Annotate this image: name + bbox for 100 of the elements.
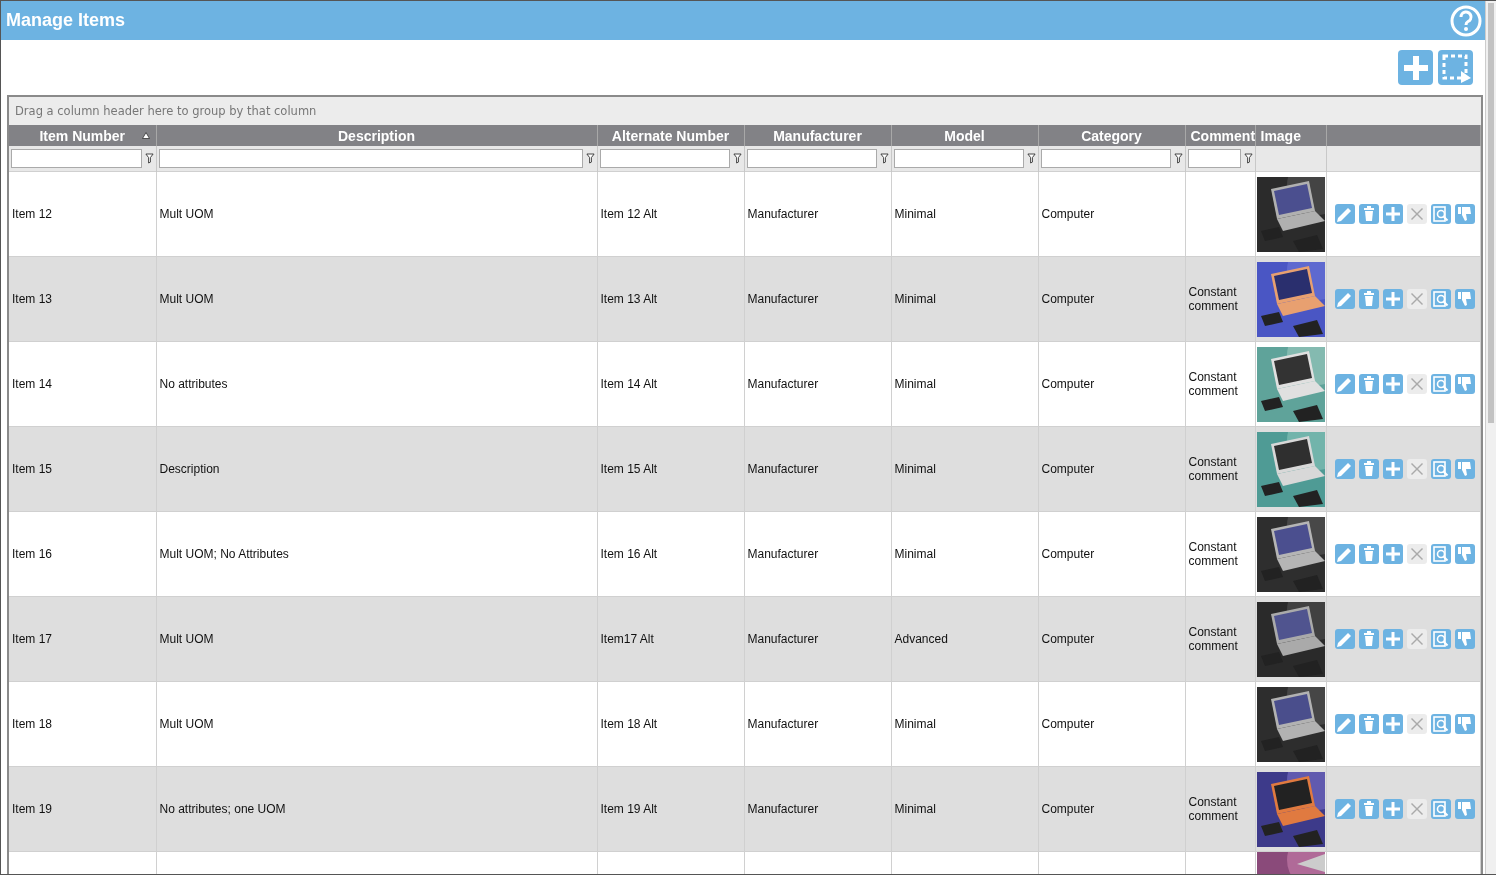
add-button[interactable] (1382, 544, 1403, 564)
select-button[interactable] (1438, 50, 1473, 85)
table-cell: Computer (1041, 377, 1095, 391)
table-cell: Manufacturer (747, 207, 819, 221)
column-header[interactable]: Item Number (9, 125, 156, 146)
table-cell: Minimal (894, 547, 936, 561)
magnifier-icon (1430, 204, 1451, 224)
delete-button[interactable] (1358, 544, 1379, 564)
column-header[interactable]: Image (1255, 125, 1326, 146)
preview-button[interactable] (1430, 289, 1451, 309)
add-button[interactable] (1382, 374, 1403, 394)
column-header[interactable]: Manufacturer (744, 125, 891, 146)
add-button[interactable] (1398, 50, 1433, 85)
table-cell: Item 13 (12, 292, 53, 306)
filter-field[interactable] (746, 149, 877, 168)
preview-button[interactable] (1430, 544, 1451, 564)
filter-field[interactable] (1187, 149, 1241, 168)
dislike-button[interactable] (1454, 459, 1475, 479)
edit-button[interactable] (1334, 204, 1355, 224)
table-cell: Item 18 Alt (600, 717, 658, 731)
dislike-button[interactable] (1454, 204, 1475, 224)
filter-icon[interactable] (1173, 153, 1183, 164)
table-cell: No attributes (159, 377, 228, 391)
add-button[interactable] (1382, 714, 1403, 734)
table-cell: Mult UOM (159, 292, 214, 306)
delete-button[interactable] (1358, 629, 1379, 649)
table-cell: Computer (1041, 292, 1095, 306)
add-button[interactable] (1382, 799, 1403, 819)
delete-button[interactable] (1358, 459, 1379, 479)
table-cell: Item 15 (12, 462, 53, 476)
edit-button[interactable] (1334, 459, 1355, 479)
filter-icon[interactable] (1243, 153, 1253, 164)
preview-button[interactable] (1430, 374, 1451, 394)
table-cell: Mult UOM (159, 207, 214, 221)
table-cell: No attributes; one UOM (159, 802, 286, 816)
table-cell: Description (159, 462, 220, 476)
filter-icon[interactable] (879, 153, 889, 164)
table-cell: Manufacturer (747, 802, 819, 816)
delete-button[interactable] (1358, 714, 1379, 734)
delete-button[interactable] (1358, 799, 1379, 819)
dislike-button[interactable] (1454, 714, 1475, 734)
preview-button[interactable] (1430, 459, 1451, 479)
table-cell-text: Constant comment (1188, 285, 1239, 313)
filter-field[interactable] (893, 149, 1024, 168)
add-button[interactable] (1382, 204, 1403, 224)
scrollbar[interactable] (1485, 1, 1496, 874)
table-cell: Mult UOM; No Attributes (159, 547, 289, 561)
table-cell: Advanced (894, 632, 948, 646)
filter-field[interactable] (158, 149, 583, 168)
preview-button[interactable] (1430, 799, 1451, 819)
dislike-button[interactable] (1454, 289, 1475, 309)
delete-button[interactable] (1358, 204, 1379, 224)
dislike-button[interactable] (1454, 629, 1475, 649)
delete-button[interactable] (1358, 374, 1379, 394)
filter-field[interactable] (11, 149, 142, 168)
filter-icon[interactable] (144, 153, 154, 164)
filter-field[interactable] (1040, 149, 1171, 168)
add-button[interactable] (1382, 289, 1403, 309)
dislike-button[interactable] (1454, 799, 1475, 819)
filter-icon[interactable] (1026, 153, 1036, 164)
table-cell-text: Constant comment (1188, 795, 1239, 823)
dislike-button[interactable] (1454, 544, 1475, 564)
magnifier-icon (1430, 459, 1451, 479)
edit-button[interactable] (1334, 544, 1355, 564)
edit-button[interactable] (1334, 799, 1355, 819)
preview-button[interactable] (1430, 629, 1451, 649)
column-header[interactable]: Description (156, 125, 597, 146)
table-cell: Item 12 (12, 207, 53, 221)
table-cell-text: Constant comment (1188, 625, 1239, 653)
filter-icon[interactable] (585, 153, 595, 164)
magnifier-icon (1430, 289, 1451, 309)
table-cell: Computer (1041, 207, 1095, 221)
magnifier-icon (1430, 799, 1451, 819)
table-cell: Mult UOM (159, 632, 214, 646)
column-header[interactable]: Comment (1185, 125, 1255, 146)
magnifier-icon (1430, 544, 1451, 564)
column-header[interactable]: Category (1038, 125, 1185, 146)
dislike-button[interactable] (1454, 374, 1475, 394)
column-header[interactable]: Alternate Number (597, 125, 744, 146)
table-cell: Item 15 Alt (600, 462, 658, 476)
page-title: Manage Items (6, 10, 126, 31)
edit-button[interactable] (1334, 374, 1355, 394)
preview-button[interactable] (1430, 714, 1451, 734)
add-button[interactable] (1382, 459, 1403, 479)
delete-button[interactable] (1358, 289, 1379, 309)
edit-button[interactable] (1334, 629, 1355, 649)
filter-icon[interactable] (732, 153, 742, 164)
table-cell: Minimal (894, 462, 936, 476)
table-cell: Minimal (894, 292, 936, 306)
add-button[interactable] (1382, 629, 1403, 649)
column-header[interactable]: Model (891, 125, 1038, 146)
table-cell: Item 16 Alt (600, 547, 658, 561)
edit-button[interactable] (1334, 714, 1355, 734)
filter-field[interactable] (599, 149, 730, 168)
table-cell: Item 12 Alt (600, 207, 658, 221)
help-icon[interactable] (1450, 4, 1482, 37)
edit-button[interactable] (1334, 289, 1355, 309)
preview-button[interactable] (1430, 204, 1451, 224)
table-cell: Item 18 (12, 717, 53, 731)
table-cell: Minimal (894, 377, 936, 391)
